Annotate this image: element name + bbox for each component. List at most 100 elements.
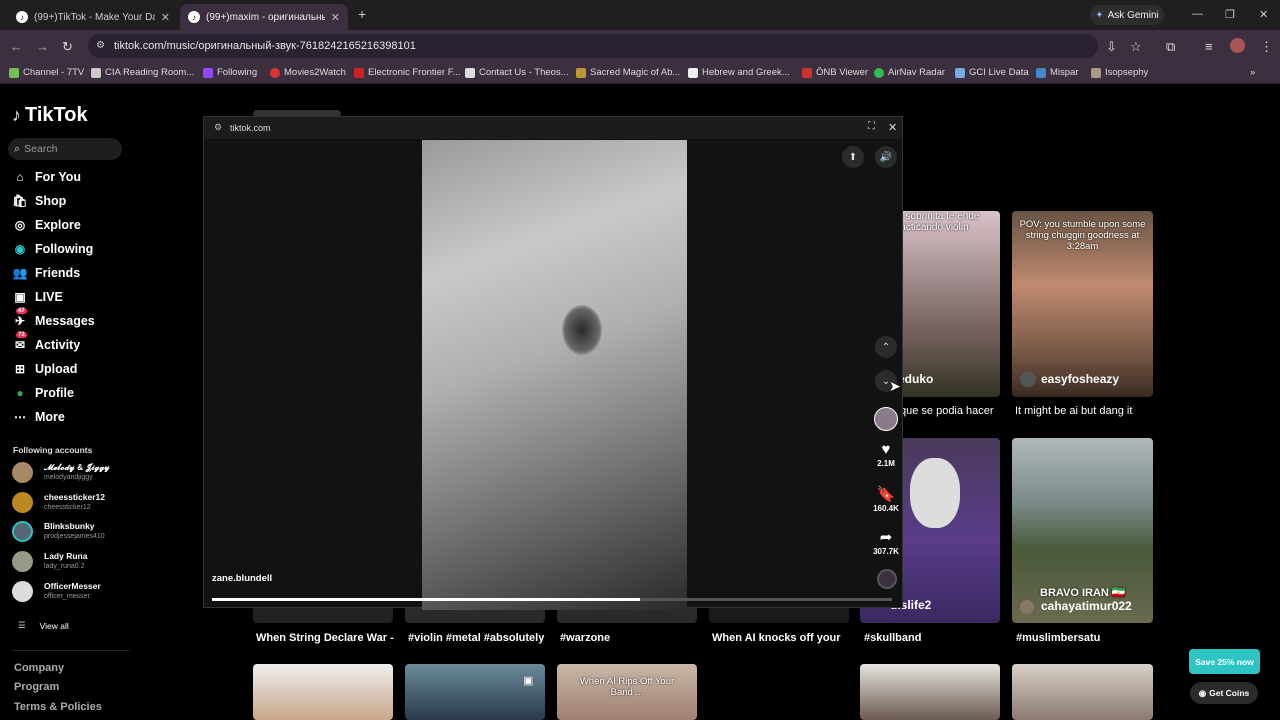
video-thumbnail[interactable]: BRAVO IRAN 🇮🇷 cahayatimur022 xyxy=(1012,438,1153,623)
nav-friends[interactable]: 👥 Friends xyxy=(12,263,81,283)
nav-activity[interactable]: ✉ 72 Activity xyxy=(12,332,80,355)
reload-icon[interactable]: ↻ xyxy=(62,39,73,55)
minimize-button[interactable]: — xyxy=(1192,8,1203,20)
view-all-button[interactable]: ☰ View all xyxy=(18,620,69,631)
video-caption[interactable]: When String Declare War - xyxy=(256,632,394,644)
video-caption[interactable]: #violin #metal #absolutely xyxy=(408,632,544,644)
like-button[interactable]: ♥ 2.1M xyxy=(868,441,904,468)
bookmark-item[interactable]: CIA Reading Room... xyxy=(91,67,194,78)
tab-close-icon[interactable]: ✕ xyxy=(331,11,340,24)
video-thumbnail[interactable] xyxy=(1012,664,1153,720)
save-button[interactable]: 🔖 160.4K xyxy=(868,485,904,513)
video-caption[interactable]: #muslimbersatu xyxy=(1016,632,1100,644)
bookmarks-overflow-icon[interactable]: » xyxy=(1250,67,1255,78)
footer-program-link[interactable]: Program xyxy=(14,681,59,693)
bookmark-item[interactable]: Mispar xyxy=(1036,67,1079,78)
back-icon[interactable]: ← xyxy=(10,39,23,54)
video-thumbnail[interactable]: When AI Rips Off Your Band ... xyxy=(557,664,697,720)
nav-live[interactable]: ▣ LIVE xyxy=(12,287,62,307)
popup-close-icon[interactable]: ✕ xyxy=(888,121,897,134)
nav-upload[interactable]: ⊞ Upload xyxy=(12,359,77,379)
nav-more[interactable]: ⋯ More xyxy=(12,407,65,427)
mouse-cursor-icon: ➤ xyxy=(889,378,901,394)
get-coins-button[interactable]: ◉ Get Coins xyxy=(1190,682,1258,704)
url-field[interactable]: ⚙ tiktok.com/music/оригинальный-звук-761… xyxy=(88,34,1098,58)
video-author[interactable]: zane.blundell xyxy=(212,573,272,584)
bookmark-item[interactable]: Contact Us - Theos... xyxy=(465,67,569,78)
tab-close-icon[interactable]: ✕ xyxy=(161,11,170,24)
site-info-icon[interactable]: ⚙ xyxy=(96,40,105,51)
search-input[interactable]: ⌕ Search xyxy=(8,138,122,160)
site-settings-icon[interactable]: ⚙ xyxy=(214,122,222,133)
account-name: cheessticker12 xyxy=(44,492,105,502)
install-app-icon[interactable]: ⇩ xyxy=(1106,39,1117,55)
profile-avatar[interactable] xyxy=(1230,38,1245,53)
video-thumbnail[interactable] xyxy=(860,664,1000,720)
window-close-button[interactable]: ✕ xyxy=(1259,8,1268,21)
video-caption[interactable]: When AI knocks off your xyxy=(712,632,841,644)
bookmark-star-icon[interactable]: ☆ xyxy=(1130,39,1142,55)
video-thumbnail[interactable]: ▣ xyxy=(405,664,545,720)
profile-icon: ● xyxy=(16,386,24,400)
ask-gemini-label: Ask Gemini xyxy=(1107,9,1159,21)
new-tab-button[interactable]: + xyxy=(358,6,366,22)
nav-messages[interactable]: ✈ 47 Messages xyxy=(12,308,95,331)
gemini-sparkle-icon: ✦ xyxy=(1095,9,1104,21)
forward-icon[interactable]: → xyxy=(36,39,49,54)
bookmark-item[interactable]: Isopsephy xyxy=(1091,67,1148,78)
account-name: 𝓜𝓮𝓵𝓸𝓭𝔂 & 𝓙𝓲𝓰𝓰𝔂 xyxy=(44,462,110,472)
thumbnail-overlay-text: BRAVO IRAN 🇮🇷 xyxy=(1040,587,1126,599)
save-promo-button[interactable]: Save 25% now xyxy=(1189,649,1260,674)
nav-label: Upload xyxy=(35,362,78,376)
browser-menu-icon[interactable]: ⋮ xyxy=(1260,39,1273,55)
bookmark-item[interactable]: Following xyxy=(203,67,257,78)
share-button[interactable]: ➦ 307.7K xyxy=(868,528,904,556)
pip-upload-icon[interactable]: ⬆ xyxy=(842,146,864,168)
sound-disc-icon[interactable] xyxy=(877,569,897,589)
nav-explore[interactable]: ◎ Explore xyxy=(12,215,81,235)
video-thumbnail[interactable] xyxy=(253,664,393,720)
bookmark-item[interactable]: GCI Live Data xyxy=(955,67,1029,78)
volume-icon[interactable]: 🔊 xyxy=(875,146,897,168)
nav-shop[interactable]: 🛍 Shop xyxy=(12,191,66,211)
video-thumbnail[interactable]: POV: you stumble upon some string chuggi… xyxy=(1012,211,1153,397)
nav-following[interactable]: ◉ Following xyxy=(12,239,94,259)
video-caption[interactable]: #skullband xyxy=(864,632,921,644)
media-controls-icon[interactable]: ≡ xyxy=(1205,39,1213,54)
messages-icon: ✈ 47 xyxy=(14,308,27,328)
bookmark-item[interactable]: Movies2Watch xyxy=(270,67,346,78)
bookmarks-bar: Channel - 7TV CIA Reading Room... Follow… xyxy=(0,62,1280,84)
nav-profile[interactable]: ● Profile xyxy=(12,383,74,403)
video-frame[interactable] xyxy=(422,140,687,610)
upload-icon: ⊞ xyxy=(14,362,26,376)
bookmark-item[interactable]: Hebrew and Greek... xyxy=(688,67,790,78)
footer-company-link[interactable]: Company xyxy=(14,662,64,674)
creator-avatar[interactable] xyxy=(874,407,898,431)
video-progress-bar[interactable] xyxy=(212,598,892,601)
home-icon: ⌂ xyxy=(16,170,24,184)
restore-button[interactable]: ❐ xyxy=(1225,8,1235,21)
save-count: 160.4K xyxy=(873,504,899,513)
tiktok-logo[interactable]: ♪ TikTok xyxy=(12,104,88,127)
nav-label: Explore xyxy=(35,218,81,232)
messages-badge: 47 xyxy=(16,308,27,314)
ask-gemini-button[interactable]: ✦ Ask Gemini xyxy=(1090,5,1164,25)
video-caption[interactable]: que se podia hacer xyxy=(900,405,994,417)
avatar xyxy=(12,492,33,513)
bookmark-item[interactable]: Channel - 7TV xyxy=(9,67,84,78)
nav-for-you[interactable]: ⌂ For You xyxy=(12,167,81,187)
video-caption[interactable]: #warzone xyxy=(560,632,610,644)
footer-terms-link[interactable]: Terms & Policies xyxy=(14,701,102,713)
bookmark-item[interactable]: ÖNB Viewer xyxy=(802,67,868,78)
maximize-icon[interactable]: ⛶ xyxy=(868,121,875,132)
browser-tab-maxim[interactable]: ♪ (99+)maxim - оригинальный зв ✕ xyxy=(180,4,348,30)
bookmark-item[interactable]: Sacred Magic of Ab... xyxy=(576,67,680,78)
video-caption[interactable]: It might be ai but dang it xyxy=(1015,405,1132,417)
nav-label: Shop xyxy=(35,194,67,208)
bookmark-item[interactable]: Electronic Frontier F... xyxy=(354,67,460,78)
tab-search-icon[interactable]: ⧉ xyxy=(1166,39,1175,55)
thumbnail-username: eduko xyxy=(898,372,934,386)
browser-tab-tiktok[interactable]: ♪ (99+)TikTok - Make Your Da ✕ xyxy=(8,4,178,30)
chevron-up-icon[interactable]: ⌃ xyxy=(875,336,897,358)
bookmark-item[interactable]: AirNav Radar xyxy=(874,67,945,78)
